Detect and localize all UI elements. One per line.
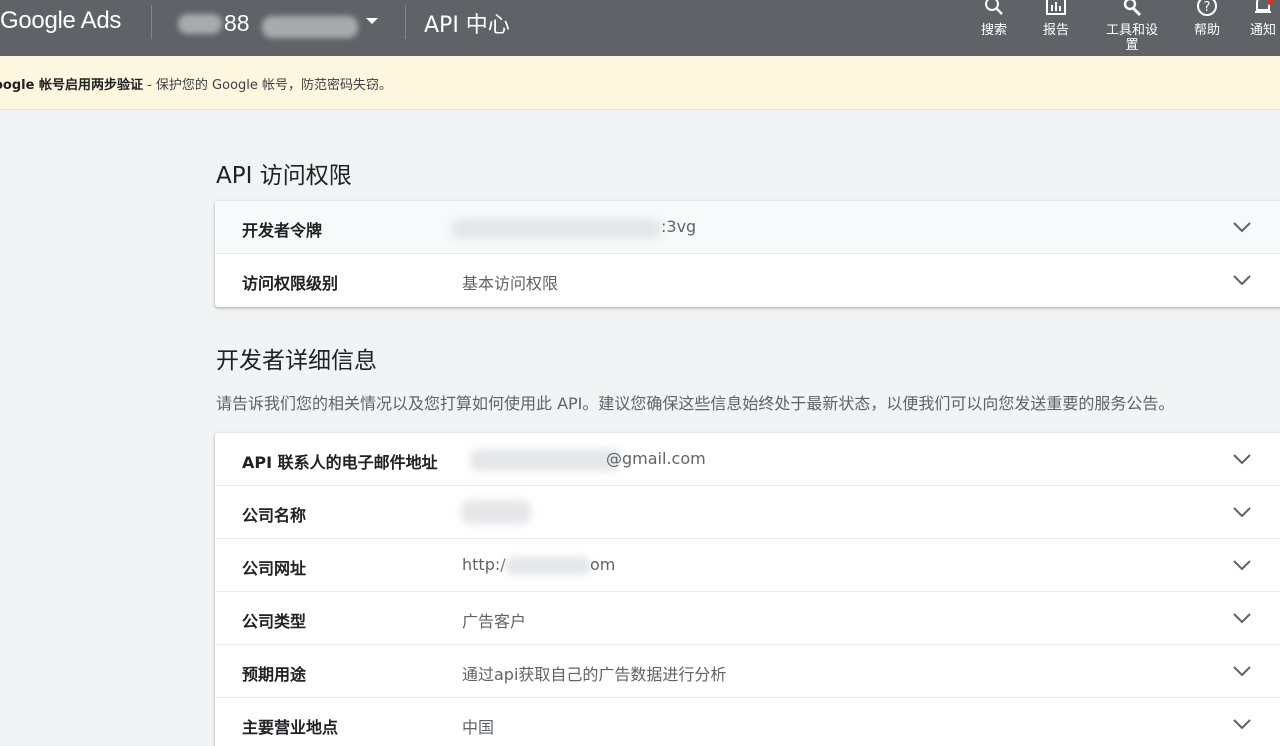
search-icon bbox=[985, 0, 1003, 15]
bell-icon bbox=[1255, 0, 1273, 13]
contact-email-value: @gmail.com bbox=[606, 449, 706, 468]
developer-token-row[interactable]: 开发者令牌 :3vg bbox=[215, 201, 1280, 254]
chevron-down-icon[interactable] bbox=[1231, 219, 1253, 235]
company-type-value: 广告客户 bbox=[462, 612, 527, 631]
company-website-value-end: om bbox=[590, 555, 616, 574]
row-label: API 联系人的电子邮件地址 bbox=[242, 453, 438, 472]
company-website-value-start: http:/ bbox=[462, 555, 506, 574]
reports-button[interactable]: 报告 bbox=[1036, 0, 1076, 38]
primary-location-value: 中国 bbox=[462, 718, 495, 737]
row-label: 公司名称 bbox=[242, 506, 307, 525]
account-dropdown-caret-icon[interactable] bbox=[366, 18, 378, 24]
redacted-account-name bbox=[262, 16, 358, 38]
chevron-down-icon[interactable] bbox=[1231, 610, 1253, 626]
chevron-down-icon[interactable] bbox=[1231, 504, 1253, 520]
company-type-row[interactable]: 公司类型 广告客户 bbox=[215, 592, 1280, 645]
contact-email-row[interactable]: API 联系人的电子邮件地址 @gmail.com bbox=[215, 433, 1280, 486]
redacted-account-id bbox=[178, 14, 222, 34]
reports-label: 报告 bbox=[1042, 23, 1069, 38]
notifications-button[interactable]: 通知 bbox=[1246, 0, 1280, 38]
search-label: 搜索 bbox=[980, 23, 1007, 38]
row-label: 公司类型 bbox=[242, 612, 307, 631]
divider bbox=[151, 5, 152, 39]
row-label: 访问权限级别 bbox=[242, 274, 339, 293]
intended-use-value: 通过api获取自己的广告数据进行分析 bbox=[462, 665, 727, 684]
wrench-icon bbox=[1123, 0, 1142, 17]
access-level-value: 基本访问权限 bbox=[462, 274, 559, 293]
search-button[interactable]: 搜索 bbox=[974, 0, 1014, 38]
row-label: 主要营业地点 bbox=[242, 718, 339, 737]
top-app-bar: Google Ads 88 API 中心 搜索 报告 工具和设 置 ? 帮助 通… bbox=[0, 0, 1280, 56]
security-notice-banner: oogle 帐号启用两步验证 - 保护您的 Google 帐号，防范密码失窃。 bbox=[0, 56, 1280, 110]
developer-details-description: 请告诉我们您的相关情况以及您打算如何使用此 API。建议您确保这些信息始终处于最… bbox=[216, 394, 1175, 413]
company-name-row[interactable]: 公司名称 bbox=[215, 486, 1280, 539]
help-button[interactable]: ? 帮助 bbox=[1187, 0, 1227, 38]
primary-location-row[interactable]: 主要营业地点 中国 bbox=[215, 698, 1280, 746]
svg-text:?: ? bbox=[1204, 0, 1211, 15]
developer-token-value: :3vg bbox=[661, 217, 697, 236]
row-label: 预期用途 bbox=[242, 665, 307, 684]
page-title: API 中心 bbox=[424, 13, 510, 38]
notifications-label: 通知 bbox=[1249, 23, 1276, 38]
notice-link[interactable]: oogle 帐号启用两步验证 bbox=[0, 78, 143, 93]
notice-message: oogle 帐号启用两步验证 - 保护您的 Google 帐号，防范密码失窃。 bbox=[0, 74, 392, 93]
reports-icon bbox=[1046, 0, 1066, 15]
divider bbox=[405, 5, 406, 39]
help-label: 帮助 bbox=[1193, 23, 1220, 38]
chevron-down-icon[interactable] bbox=[1231, 451, 1253, 467]
redacted-email bbox=[470, 449, 620, 471]
notice-text: - 保护您的 Google 帐号，防范密码失窃。 bbox=[142, 78, 393, 93]
api-access-title: API 访问权限 bbox=[216, 163, 352, 189]
chevron-down-icon[interactable] bbox=[1231, 716, 1253, 732]
help-icon: ? bbox=[1197, 0, 1217, 16]
intended-use-row[interactable]: 预期用途 通过api获取自己的广告数据进行分析 bbox=[215, 645, 1280, 698]
redacted-website bbox=[505, 557, 591, 575]
access-level-row[interactable]: 访问权限级别 基本访问权限 bbox=[215, 254, 1280, 307]
redacted-token bbox=[451, 219, 661, 239]
company-website-row[interactable]: 公司网址 http:/ om bbox=[215, 539, 1280, 592]
row-label: 公司网址 bbox=[242, 559, 307, 578]
chevron-down-icon[interactable] bbox=[1231, 663, 1253, 679]
developer-details-card: API 联系人的电子邮件地址 @gmail.com 公司名称 公司网址 http… bbox=[215, 433, 1280, 746]
tools-and-settings-button[interactable]: 工具和设 置 bbox=[1100, 0, 1164, 53]
chevron-down-icon[interactable] bbox=[1231, 272, 1253, 288]
google-ads-logo[interactable]: Google Ads bbox=[0, 7, 121, 35]
developer-details-title: 开发者详细信息 bbox=[216, 348, 377, 374]
tools-and-settings-label: 工具和设 置 bbox=[1105, 23, 1158, 53]
redacted-company-name bbox=[461, 500, 531, 524]
row-label: 开发者令牌 bbox=[242, 221, 323, 240]
api-access-card: 开发者令牌 :3vg 访问权限级别 基本访问权限 bbox=[215, 201, 1280, 307]
chevron-down-icon[interactable] bbox=[1231, 557, 1253, 573]
account-id-fragment: 88 bbox=[224, 10, 250, 36]
